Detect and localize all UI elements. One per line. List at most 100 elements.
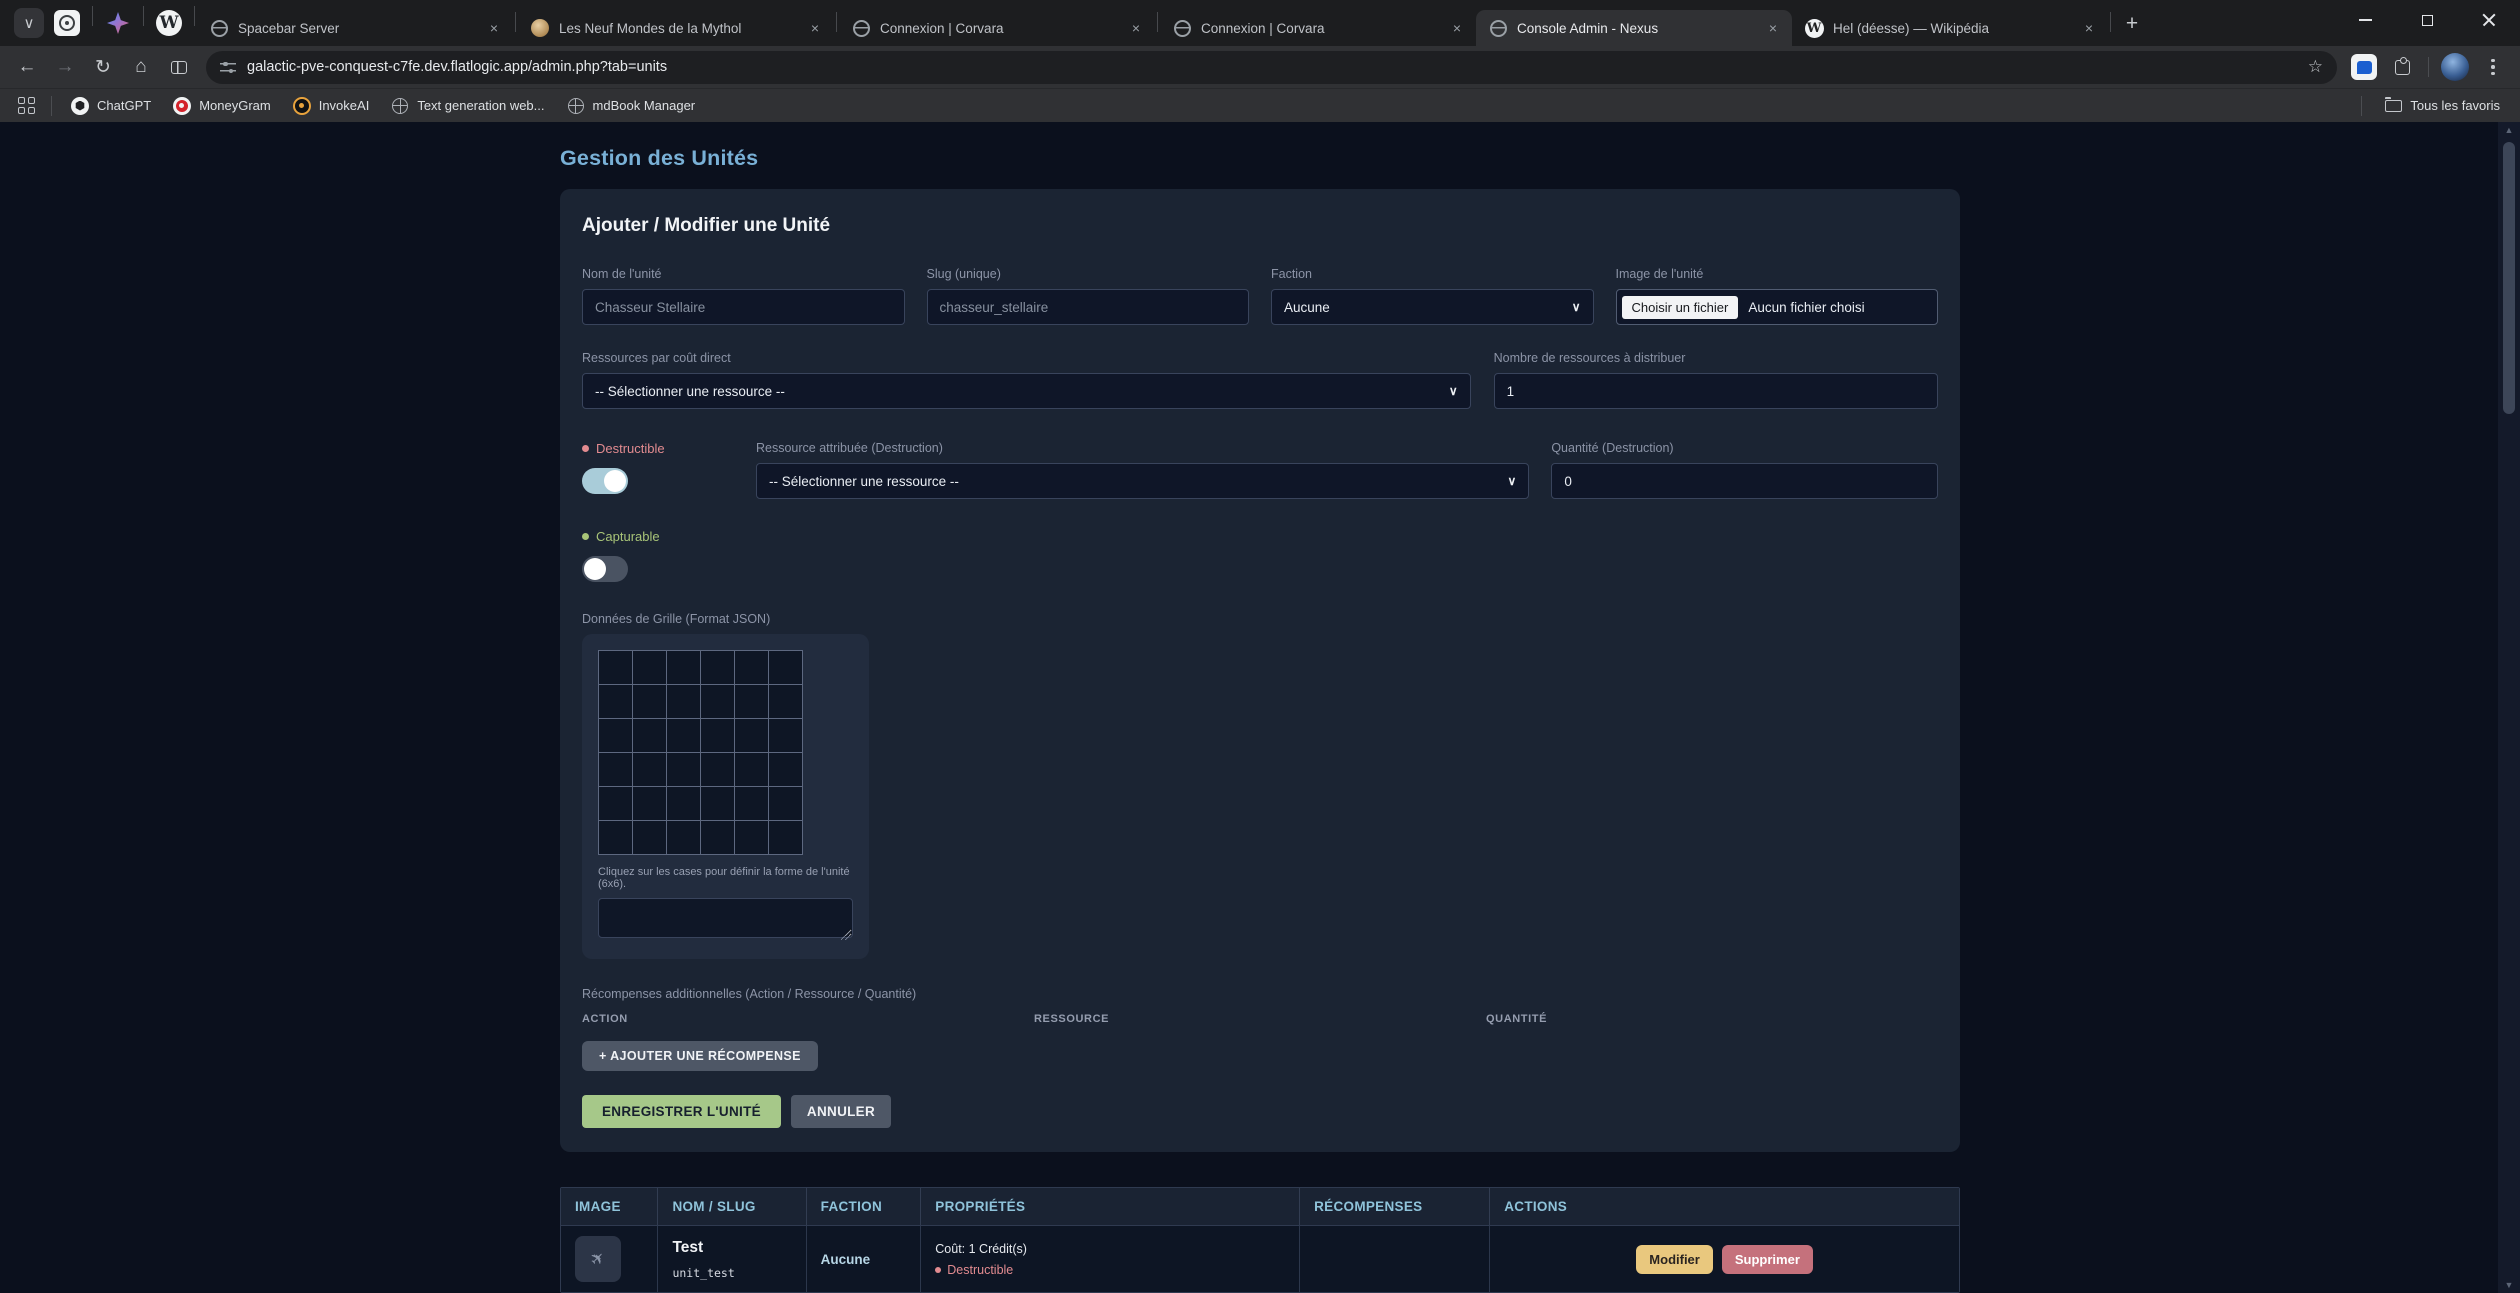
site-settings-icon[interactable] xyxy=(220,61,236,73)
tab-connexion-corvara-2[interactable]: Connexion | Corvara × xyxy=(1160,10,1476,46)
close-icon[interactable]: × xyxy=(2080,19,2098,37)
tab-search-button[interactable]: ∨ xyxy=(14,8,44,38)
cost-resource-select[interactable]: -- Sélectionner une ressource -- ∨ xyxy=(582,373,1471,409)
close-window-button[interactable] xyxy=(2458,0,2520,40)
grid-cell[interactable] xyxy=(632,752,667,787)
grid-cell[interactable] xyxy=(700,820,735,855)
grid-cell[interactable] xyxy=(734,752,769,787)
bookmark-moneygram[interactable]: MoneyGram xyxy=(165,93,279,119)
bookmark-mdbook-manager[interactable]: mdBook Manager xyxy=(559,93,704,119)
grid-cell[interactable] xyxy=(666,820,701,855)
all-bookmarks-button[interactable]: Tous les favoris xyxy=(2377,93,2508,119)
extension-shortcut-button[interactable] xyxy=(2347,50,2381,84)
destruction-resource-select[interactable]: -- Sélectionner une ressource -- ∨ xyxy=(756,463,1529,499)
new-tab-button[interactable]: + xyxy=(2117,9,2147,39)
add-reward-button[interactable]: + AJOUTER UNE RÉCOMPENSE xyxy=(582,1041,818,1071)
grid-cell[interactable] xyxy=(598,752,633,787)
grid-cell[interactable] xyxy=(666,786,701,821)
bookmark-text-generation[interactable]: Text generation web... xyxy=(383,93,552,119)
faction-select[interactable]: Aucune ∨ xyxy=(1271,289,1594,325)
grid-cell[interactable] xyxy=(768,752,803,787)
close-icon[interactable]: × xyxy=(485,19,503,37)
grid-cell[interactable] xyxy=(768,684,803,719)
modify-button[interactable]: Modifier xyxy=(1636,1245,1713,1274)
grid-cell[interactable] xyxy=(734,718,769,753)
scrollbar[interactable]: ▲ ▼ xyxy=(2498,122,2520,1293)
grid-cell[interactable] xyxy=(666,650,701,685)
grid-cell[interactable] xyxy=(666,752,701,787)
bookmark-chatgpt[interactable]: ChatGPT xyxy=(63,93,159,119)
reload-button[interactable]: ↻ xyxy=(86,50,120,84)
choose-file-button[interactable]: Choisir un fichier xyxy=(1622,296,1739,319)
grid-cell[interactable] xyxy=(700,752,735,787)
grid-cell[interactable] xyxy=(632,786,667,821)
side-panel-button[interactable] xyxy=(162,50,196,84)
pinned-tab-fingerprint[interactable] xyxy=(50,6,84,40)
cancel-button[interactable]: ANNULER xyxy=(791,1095,891,1128)
grid-hint: Cliquez sur les cases pour définir la fo… xyxy=(598,866,853,890)
grid-cell[interactable] xyxy=(632,684,667,719)
destruction-qty-input[interactable] xyxy=(1551,463,1938,499)
grid-cell[interactable] xyxy=(598,820,633,855)
maximize-button[interactable] xyxy=(2396,0,2458,40)
save-unit-button[interactable]: ENREGISTRER L'UNITÉ xyxy=(582,1095,781,1128)
grid-cell[interactable] xyxy=(666,718,701,753)
grid-cell[interactable] xyxy=(768,718,803,753)
grid-cell[interactable] xyxy=(700,684,735,719)
minimize-button[interactable] xyxy=(2334,0,2396,40)
grid-cell[interactable] xyxy=(632,820,667,855)
grid-cell[interactable] xyxy=(598,718,633,753)
grid-cell[interactable] xyxy=(700,650,735,685)
grid-cell[interactable] xyxy=(700,718,735,753)
grid-cell[interactable] xyxy=(632,650,667,685)
grid-json-textarea[interactable] xyxy=(598,898,853,938)
grid-cell[interactable] xyxy=(598,786,633,821)
scroll-up-icon[interactable]: ▲ xyxy=(2505,122,2514,138)
chevron-down-icon: ∨ xyxy=(1572,300,1581,314)
bookmark-star-icon[interactable]: ☆ xyxy=(2308,57,2323,77)
tab-neuf-mondes[interactable]: Les Neuf Mondes de la Mythol × xyxy=(518,10,834,46)
pinned-tab-gemini[interactable] xyxy=(101,6,135,40)
close-icon[interactable]: × xyxy=(806,19,824,37)
slug-input[interactable] xyxy=(927,289,1250,325)
tab-console-admin-active[interactable]: Console Admin - Nexus × xyxy=(1476,10,1792,46)
profile-button[interactable] xyxy=(2438,50,2472,84)
home-button[interactable]: ⌂ xyxy=(124,50,158,84)
grid-cell[interactable] xyxy=(700,786,735,821)
extensions-button[interactable] xyxy=(2385,50,2419,84)
back-button[interactable]: ← xyxy=(10,50,44,84)
grid-cell[interactable] xyxy=(734,786,769,821)
grid-cell[interactable] xyxy=(768,650,803,685)
grid-cell[interactable] xyxy=(734,820,769,855)
grid-cell[interactable] xyxy=(734,684,769,719)
apps-button[interactable] xyxy=(12,92,40,120)
close-icon[interactable]: × xyxy=(1764,19,1782,37)
destructible-toggle[interactable] xyxy=(582,468,628,494)
grid-cell[interactable] xyxy=(632,718,667,753)
bookmark-invokeai[interactable]: InvokeAI xyxy=(285,93,378,119)
grid-cell[interactable] xyxy=(598,684,633,719)
menu-button[interactable] xyxy=(2476,50,2510,84)
scrollbar-thumb[interactable] xyxy=(2503,142,2515,414)
grid-cell[interactable] xyxy=(734,650,769,685)
cost-amount-input[interactable] xyxy=(1494,373,1938,409)
delete-button[interactable]: Supprimer xyxy=(1722,1245,1813,1274)
grid-cell[interactable] xyxy=(768,786,803,821)
name-input[interactable] xyxy=(582,289,905,325)
tab-connexion-corvara-1[interactable]: Connexion | Corvara × xyxy=(839,10,1155,46)
close-icon[interactable]: × xyxy=(1448,19,1466,37)
unit-actions-cell: Modifier Supprimer xyxy=(1489,1226,1959,1292)
tab-spacebar-server[interactable]: Spacebar Server × xyxy=(197,10,513,46)
chevron-down-icon: ∨ xyxy=(1508,474,1517,488)
scroll-down-icon[interactable]: ▼ xyxy=(2505,1277,2514,1293)
grid-cell[interactable] xyxy=(666,684,701,719)
close-icon[interactable]: × xyxy=(1127,19,1145,37)
tab-hel-wikipedia[interactable]: W Hel (déesse) — Wikipédia × xyxy=(1792,10,2108,46)
forward-button[interactable]: → xyxy=(48,50,82,84)
capturable-toggle[interactable] xyxy=(582,556,628,582)
image-file-input[interactable]: Choisir un fichier Aucun fichier choisi xyxy=(1616,289,1939,325)
grid-cell[interactable] xyxy=(768,820,803,855)
grid-cell[interactable] xyxy=(598,650,633,685)
pinned-tab-wordpress[interactable]: W xyxy=(152,6,186,40)
address-bar[interactable]: galactic-pve-conquest-c7fe.dev.flatlogic… xyxy=(206,51,2337,84)
